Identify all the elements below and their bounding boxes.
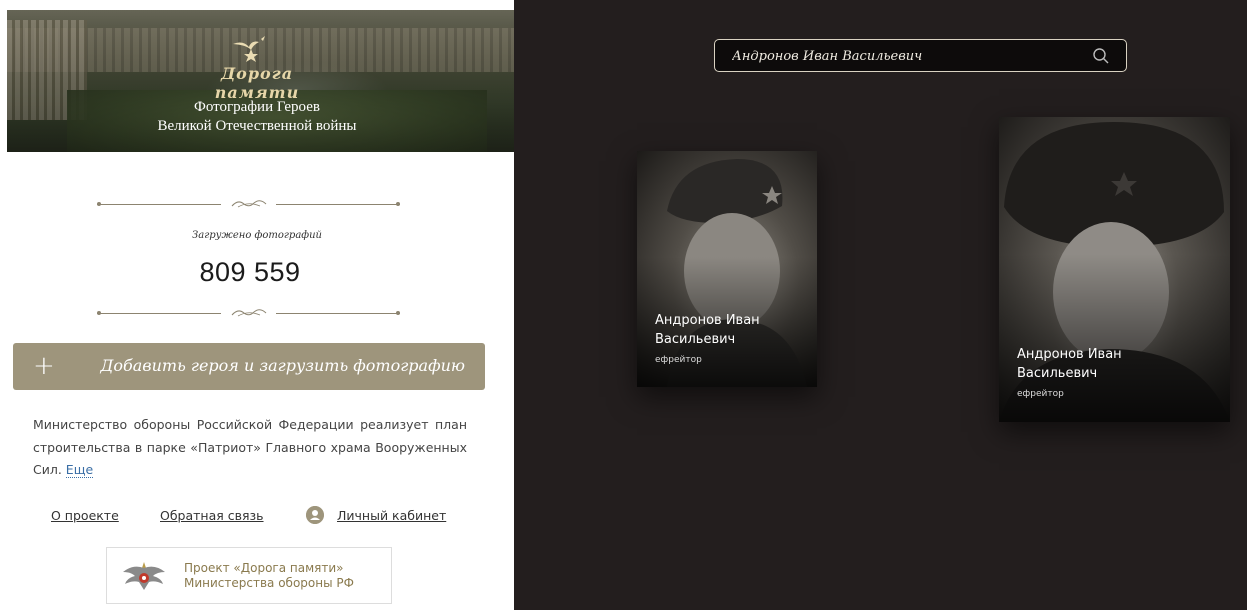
hero-card-name-line2: Васильевич: [655, 332, 736, 347]
nav-feedback-link[interactable]: Обратная связь: [160, 508, 264, 523]
search-icon[interactable]: [1092, 47, 1110, 65]
results-panel: Андронов Иван Васильевич ефрейтор Андрон…: [514, 0, 1247, 610]
add-hero-button-label: Добавить героя и загрузить фотографию: [100, 356, 465, 375]
hero-card-name: Андронов Иван Васильевич: [655, 311, 805, 349]
hero-card-name-line1: Андронов Иван: [655, 313, 760, 328]
mod-project-line1: Проект «Дорога памяти»: [184, 561, 344, 575]
star-logo-icon: [233, 36, 265, 62]
hero-card-name-line1: Андронов Иван: [1017, 347, 1122, 362]
ornament-divider-top: [97, 198, 400, 210]
add-hero-button[interactable]: + Добавить героя и загрузить фотографию: [13, 343, 485, 390]
uploaded-photos-count: 809 559: [199, 257, 301, 287]
hero-card-name-line2: Васильевич: [1017, 366, 1098, 381]
about-paragraph: Министерство обороны Российской Федераци…: [33, 414, 467, 482]
hero-card[interactable]: Андронов Иван Васильевич ефрейтор: [999, 117, 1230, 422]
hero-subtitle-line1: Фотографии Героев: [194, 99, 320, 115]
double-eagle-emblem-icon: [123, 562, 165, 590]
plus-icon: +: [33, 351, 55, 381]
hero-card-name: Андронов Иван Васильевич: [1017, 345, 1177, 383]
hero-subtitle: Фотографии Героев Великой Отечественной …: [107, 98, 407, 136]
ornament-divider-bottom: [97, 307, 400, 319]
mod-project-badge[interactable]: Проект «Дорога памяти» Министерства обор…: [106, 547, 392, 604]
hero-subtitle-line2: Великой Отечественной войны: [157, 118, 357, 134]
mod-project-line2: Министерства обороны РФ: [184, 576, 354, 590]
search-input[interactable]: [732, 46, 1072, 66]
mod-project-text: Проект «Дорога памяти» Министерства обор…: [184, 561, 354, 591]
about-more-link[interactable]: Еще: [65, 462, 94, 478]
uploaded-photos-label: Загружено фотографий: [192, 230, 322, 241]
hero-logo-text: Дорога памяти: [214, 64, 300, 102]
nav-cabinet-link[interactable]: Личный кабинет: [337, 508, 446, 523]
hero-card[interactable]: Андронов Иван Васильевич ефрейтор: [637, 151, 817, 387]
search-box[interactable]: [714, 39, 1127, 72]
user-icon: [306, 506, 324, 524]
hero-card-rank: ефрейтор: [655, 355, 702, 365]
about-text: Министерство обороны Российской Федераци…: [33, 417, 467, 477]
hero-card-rank: ефрейтор: [1017, 389, 1064, 399]
hero-banner: Дорога памяти Фотографии Героев Великой …: [7, 10, 514, 152]
nav-about-link[interactable]: О проекте: [51, 508, 119, 523]
left-panel: Дорога памяти Фотографии Героев Великой …: [0, 0, 514, 610]
